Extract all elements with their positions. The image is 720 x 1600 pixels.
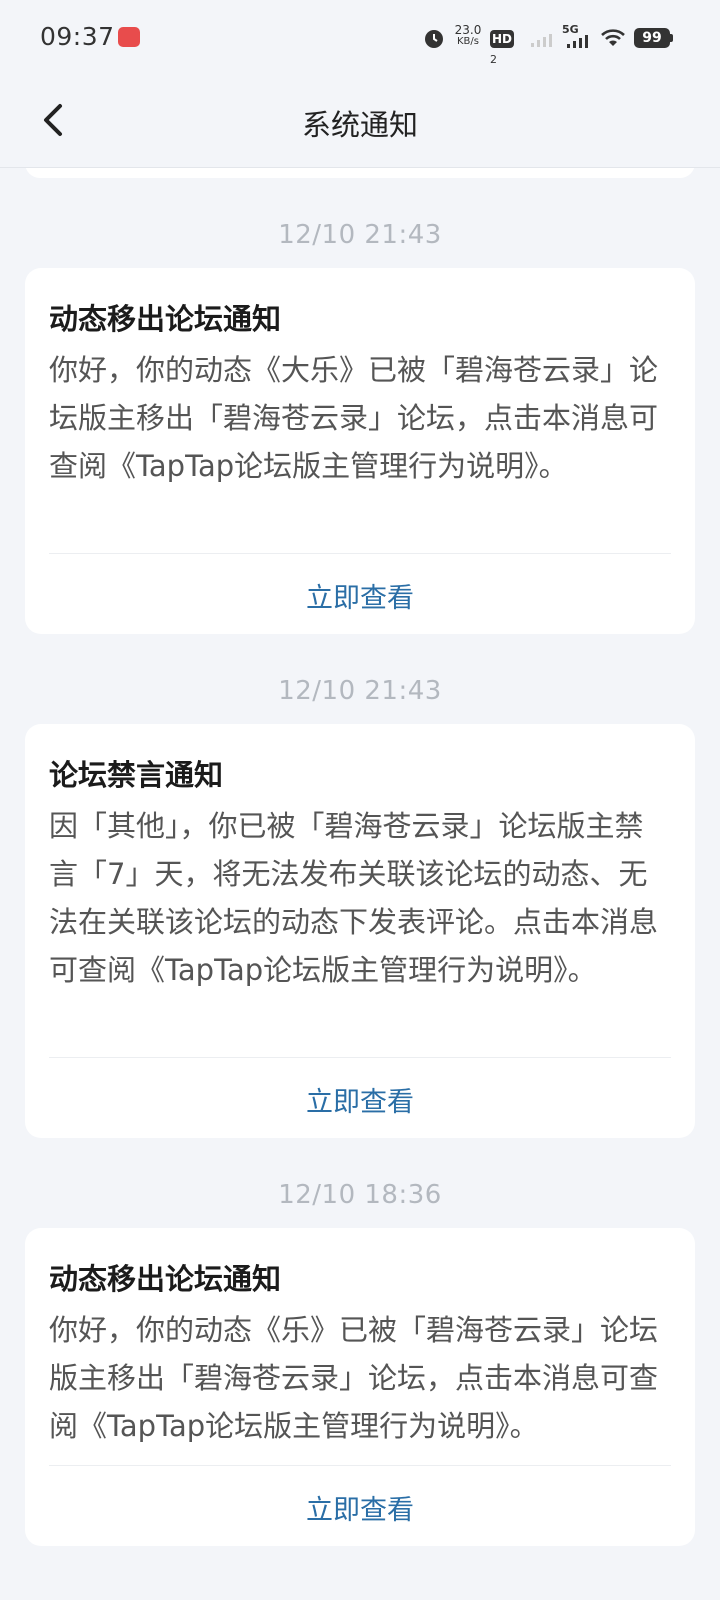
card-divider <box>49 1465 671 1466</box>
net-speed-value: 23.0 <box>454 23 482 37</box>
battery-level: 99 <box>642 30 662 46</box>
notification-title: 论坛禁言通知 <box>49 758 224 792</box>
notification-list[interactable]: 12/10 21:43 动态移出论坛通知 你好，你的动态《大乐》已被「碧海苍云录… <box>0 168 720 1600</box>
app-notification-icon <box>118 27 140 47</box>
card-divider <box>49 1057 671 1058</box>
notification-timestamp: 12/10 21:43 <box>278 676 442 706</box>
signal-5g-icon: 5G <box>562 24 592 50</box>
view-now-button[interactable]: 立即查看 <box>25 1080 695 1119</box>
notification-timestamp: 12/10 21:43 <box>278 220 442 250</box>
net-speed-unit: KB/s <box>457 36 479 47</box>
notification-timestamp: 12/10 18:36 <box>278 1180 442 1210</box>
notification-card[interactable]: 论坛禁言通知 因「其他」，你已被「碧海苍云录」论坛版主禁言「7」天，将无法发布关… <box>25 724 695 1138</box>
hd-sub: 2 <box>490 53 497 66</box>
status-bar: 09:37 23.0 KB/s HD 2 5G 99 <box>0 0 720 76</box>
signal-weak-icon <box>531 34 552 47</box>
notification-title: 动态移出论坛通知 <box>49 1262 282 1296</box>
previous-card <box>25 168 695 178</box>
view-now-button[interactable]: 立即查看 <box>25 1488 695 1527</box>
wifi-icon <box>601 29 625 46</box>
hd-icon: HD 2 <box>490 28 520 66</box>
status-time: 09:37 <box>40 22 115 51</box>
card-divider <box>49 553 671 554</box>
notification-body: 因「其他」，你已被「碧海苍云录」论坛版主禁言「7」天，将无法发布关联该论坛的动态… <box>49 809 659 987</box>
status-icons: 23.0 KB/s HD 2 5G 99 <box>422 24 682 66</box>
view-now-button[interactable]: 立即查看 <box>25 576 695 615</box>
net-speed: 23.0 KB/s <box>452 24 484 48</box>
notification-body: 你好，你的动态《乐》已被「碧海苍云录」论坛版主移出「碧海苍云录」论坛，点击本消息… <box>49 1313 659 1443</box>
notification-card[interactable]: 动态移出论坛通知 你好，你的动态《乐》已被「碧海苍云录」论坛版主移出「碧海苍云录… <box>25 1228 695 1546</box>
notification-card[interactable]: 动态移出论坛通知 你好，你的动态《大乐》已被「碧海苍云录」论坛版主移出「碧海苍云… <box>25 268 695 634</box>
nav-bar: 系统通知 <box>0 76 720 168</box>
notification-title: 动态移出论坛通知 <box>49 302 282 336</box>
battery-icon: 99 <box>634 28 674 48</box>
alarm-icon <box>425 30 443 48</box>
notification-body: 你好，你的动态《大乐》已被「碧海苍云录」论坛版主移出「碧海苍云录」论坛，点击本消… <box>49 353 659 483</box>
hd-label: HD <box>490 30 515 48</box>
page-title: 系统通知 <box>301 108 418 142</box>
